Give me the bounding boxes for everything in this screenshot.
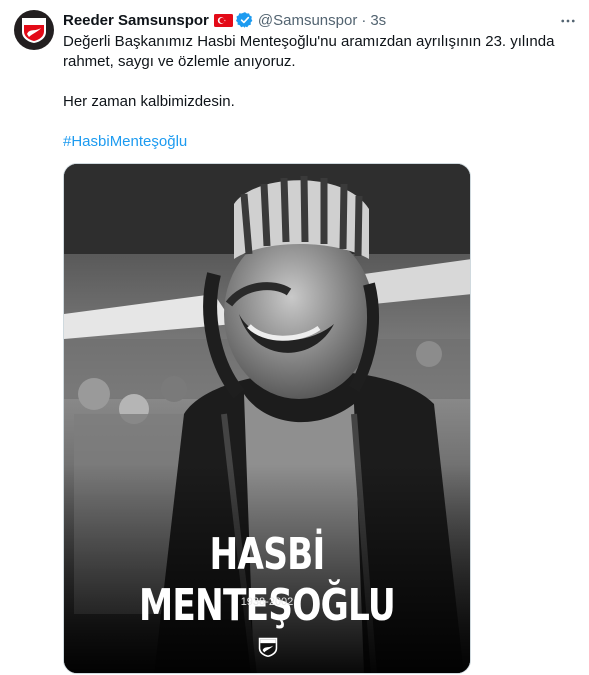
tweet-text: Değerli Başkanımız Hasbi Menteşoğlu'nu a… xyxy=(63,32,573,152)
poster-years: 1938-2002 xyxy=(240,596,294,608)
author-name[interactable]: Reeder Samsunspor xyxy=(63,12,209,29)
tweet-text-line-2: Her zaman kalbimizdesin. xyxy=(63,93,235,110)
turkey-flag-icon xyxy=(213,13,233,27)
author-handle[interactable]: @Samsunspor xyxy=(258,12,357,29)
hashtag-link[interactable]: #HasbiMenteşoğlu xyxy=(63,133,187,150)
more-dots-icon xyxy=(561,19,575,23)
tweet-text-line-1: Değerli Başkanımız Hasbi Menteşoğlu'nu a… xyxy=(63,33,555,70)
tweet-media-image[interactable]: HASBİ MENTEŞOĞLU 1938-2002 xyxy=(63,163,471,674)
tweet-header: Reeder Samsunspor @Samsunspor · 3s xyxy=(63,10,386,30)
author-avatar[interactable] xyxy=(14,10,54,50)
samsunspor-crest-icon xyxy=(258,637,278,657)
separator-dot: · xyxy=(361,11,367,29)
poster-title: HASBİ MENTEŞOĞLU xyxy=(139,529,396,631)
tweet-timestamp[interactable]: 3s xyxy=(370,12,386,29)
more-options-button[interactable] xyxy=(557,10,579,32)
samsunspor-crest-icon xyxy=(22,18,46,43)
verified-badge-icon xyxy=(235,11,254,29)
